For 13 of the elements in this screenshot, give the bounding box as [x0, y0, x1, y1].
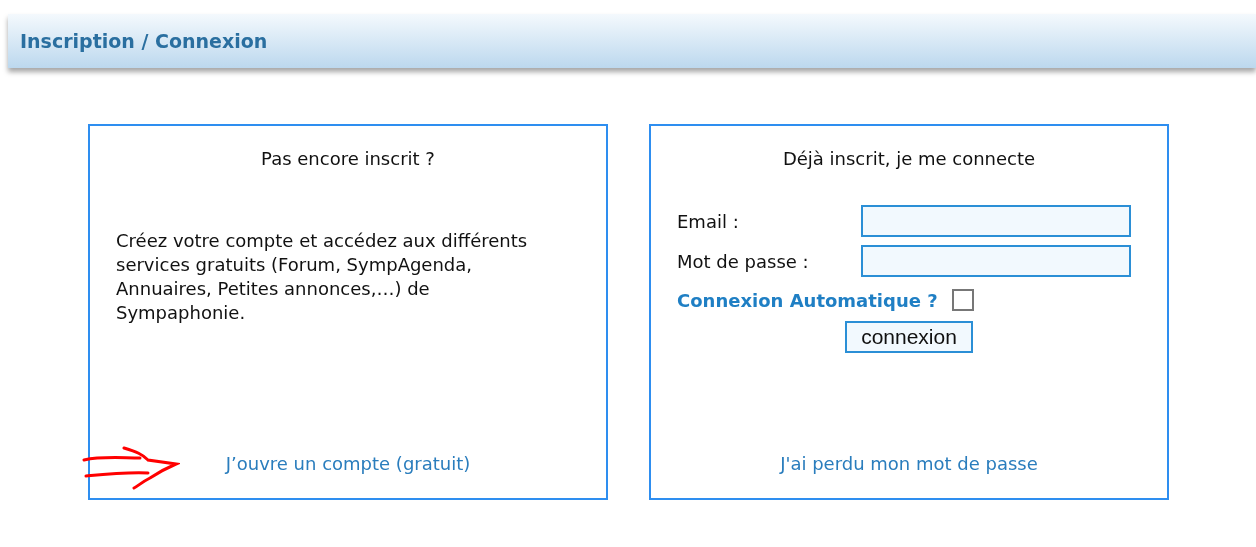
- create-account-link[interactable]: J’ouvre un compte (gratuit): [225, 453, 471, 474]
- input-field[interactable]: [861, 245, 1131, 277]
- page-title: Inscription / Connexion: [20, 30, 268, 52]
- field-label: Email :: [677, 210, 740, 232]
- panel-title: Pas encore inscrit ?: [261, 148, 435, 169]
- input-field[interactable]: [861, 205, 1131, 237]
- panel-title: Déjà inscrit, je me connecte: [782, 148, 1036, 169]
- signup-description: Créez votre compte et accédez aux différents services gratuits (Forum, SympAgenda, Annuaires, Petites annonces,…) de Sympaphonie.: [116, 229, 529, 325]
- checkbox[interactable]: [951, 289, 974, 311]
- forgot-password-link[interactable]: J'ai perdu mon mot de passe: [780, 453, 1038, 474]
- auto-login-label: Connexion Automatique ?: [677, 289, 938, 311]
- field-label: Mot de passe :: [677, 250, 810, 272]
- login-button[interactable]: connexion: [845, 321, 973, 353]
